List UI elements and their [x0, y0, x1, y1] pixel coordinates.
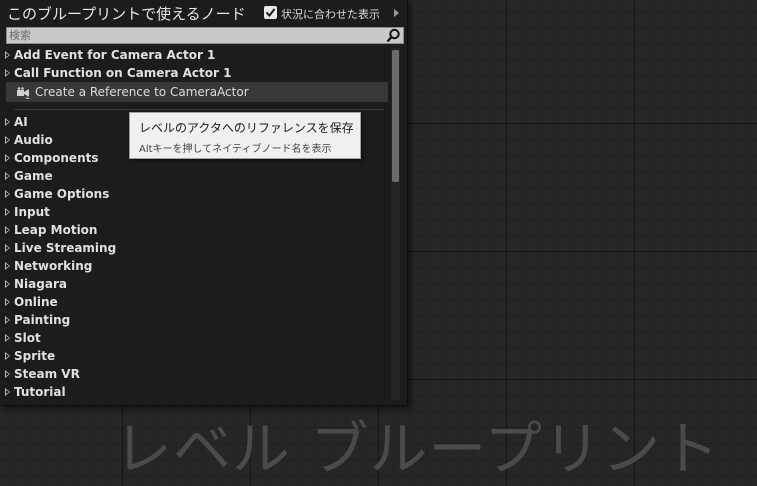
- expand-triangle-icon[interactable]: [5, 262, 10, 270]
- category-label: Leap Motion: [14, 223, 98, 237]
- list-divider: [14, 109, 384, 110]
- search-input[interactable]: [9, 28, 385, 43]
- expand-triangle-icon[interactable]: [5, 51, 10, 59]
- camera-reference-icon: [16, 85, 32, 104]
- panel-header: このブループリントで使えるノード 状況に合わせた表示: [0, 0, 407, 26]
- category-game-options[interactable]: Game Options: [0, 186, 390, 204]
- category-label: Input: [14, 205, 50, 219]
- category-label: AI: [14, 115, 28, 129]
- tooltip-title: レベルのアクタへのリファレンスを保存: [139, 121, 354, 135]
- expand-triangle-icon[interactable]: [5, 69, 10, 77]
- expand-triangle-icon[interactable]: [5, 352, 10, 360]
- category-tutorial[interactable]: Tutorial: [0, 384, 390, 402]
- category-input[interactable]: Input: [0, 204, 390, 222]
- create-reference-item[interactable]: Create a Reference to CameraActor: [6, 82, 388, 102]
- expand-triangle-icon[interactable]: [5, 226, 10, 234]
- category-label: Live Streaming: [14, 241, 117, 255]
- reference-tooltip: レベルのアクタへのリファレンスを保存 Altキーを押してネイティブノード名を表示: [129, 112, 361, 159]
- category-painting[interactable]: Painting: [0, 312, 390, 330]
- node-palette-panel: このブループリントで使えるノード 状況に合わせた表示 Add Event for…: [0, 0, 408, 406]
- expand-triangle-icon[interactable]: [5, 208, 10, 216]
- category-slot[interactable]: Slot: [0, 330, 390, 348]
- expand-triangle-icon[interactable]: [5, 316, 10, 324]
- expand-triangle-icon[interactable]: [5, 136, 10, 144]
- category-sprite[interactable]: Sprite: [0, 348, 390, 366]
- list-item-label: Add Event for Camera Actor 1: [14, 48, 216, 62]
- category-label: Networking: [14, 259, 93, 273]
- checkmark-icon: [265, 8, 276, 18]
- category-networking[interactable]: Networking: [0, 258, 390, 276]
- category-label: Game Options: [14, 187, 110, 201]
- context-sensitive-checkbox[interactable]: [264, 6, 277, 19]
- category-label: Slot: [14, 331, 41, 345]
- expand-triangle-icon[interactable]: [5, 334, 10, 342]
- panel-title: このブループリントで使えるノード: [7, 5, 246, 23]
- expand-triangle-icon[interactable]: [5, 244, 10, 252]
- category-live-streaming[interactable]: Live Streaming: [0, 240, 390, 258]
- expand-triangle-icon[interactable]: [5, 118, 10, 126]
- category-niagara[interactable]: Niagara: [0, 276, 390, 294]
- expand-triangle-icon[interactable]: [5, 388, 10, 396]
- options-arrow-icon[interactable]: [394, 9, 399, 17]
- category-steam-vr[interactable]: Steam VR: [0, 366, 390, 384]
- scrollbar-thumb[interactable]: [392, 50, 399, 182]
- category-label: Audio: [14, 133, 53, 147]
- list-scrollbar[interactable]: [391, 48, 400, 400]
- level-blueprint-watermark: レベル ブループリント: [114, 415, 720, 483]
- category-label: Steam VR: [14, 367, 80, 381]
- category-label: Game: [14, 169, 53, 183]
- create-reference-label: Create a Reference to CameraActor: [35, 85, 249, 99]
- category-label: Sprite: [14, 349, 56, 363]
- category-label: Online: [14, 295, 58, 309]
- expand-triangle-icon[interactable]: [5, 190, 10, 198]
- category-online[interactable]: Online: [0, 294, 390, 312]
- list-item-label: Call Function on Camera Actor 1: [14, 66, 232, 80]
- search-box: [6, 27, 404, 44]
- expand-triangle-icon[interactable]: [5, 370, 10, 378]
- list-item-call-function[interactable]: Call Function on Camera Actor 1: [0, 65, 390, 83]
- expand-triangle-icon[interactable]: [5, 154, 10, 162]
- list-item-add-event[interactable]: Add Event for Camera Actor 1: [0, 47, 390, 65]
- category-game[interactable]: Game: [0, 168, 390, 186]
- category-label: Tutorial: [14, 385, 66, 399]
- expand-triangle-icon[interactable]: [5, 172, 10, 180]
- expand-triangle-icon[interactable]: [5, 298, 10, 306]
- search-icon[interactable]: [386, 28, 401, 47]
- context-sensitive-label: 状況に合わせた表示: [281, 8, 380, 21]
- category-label: Components: [14, 151, 99, 165]
- category-label: Painting: [14, 313, 71, 327]
- category-label: Niagara: [14, 277, 67, 291]
- tooltip-hint: Altキーを押してネイティブノード名を表示: [139, 144, 332, 155]
- category-leap-motion[interactable]: Leap Motion: [0, 222, 390, 240]
- expand-triangle-icon[interactable]: [5, 280, 10, 288]
